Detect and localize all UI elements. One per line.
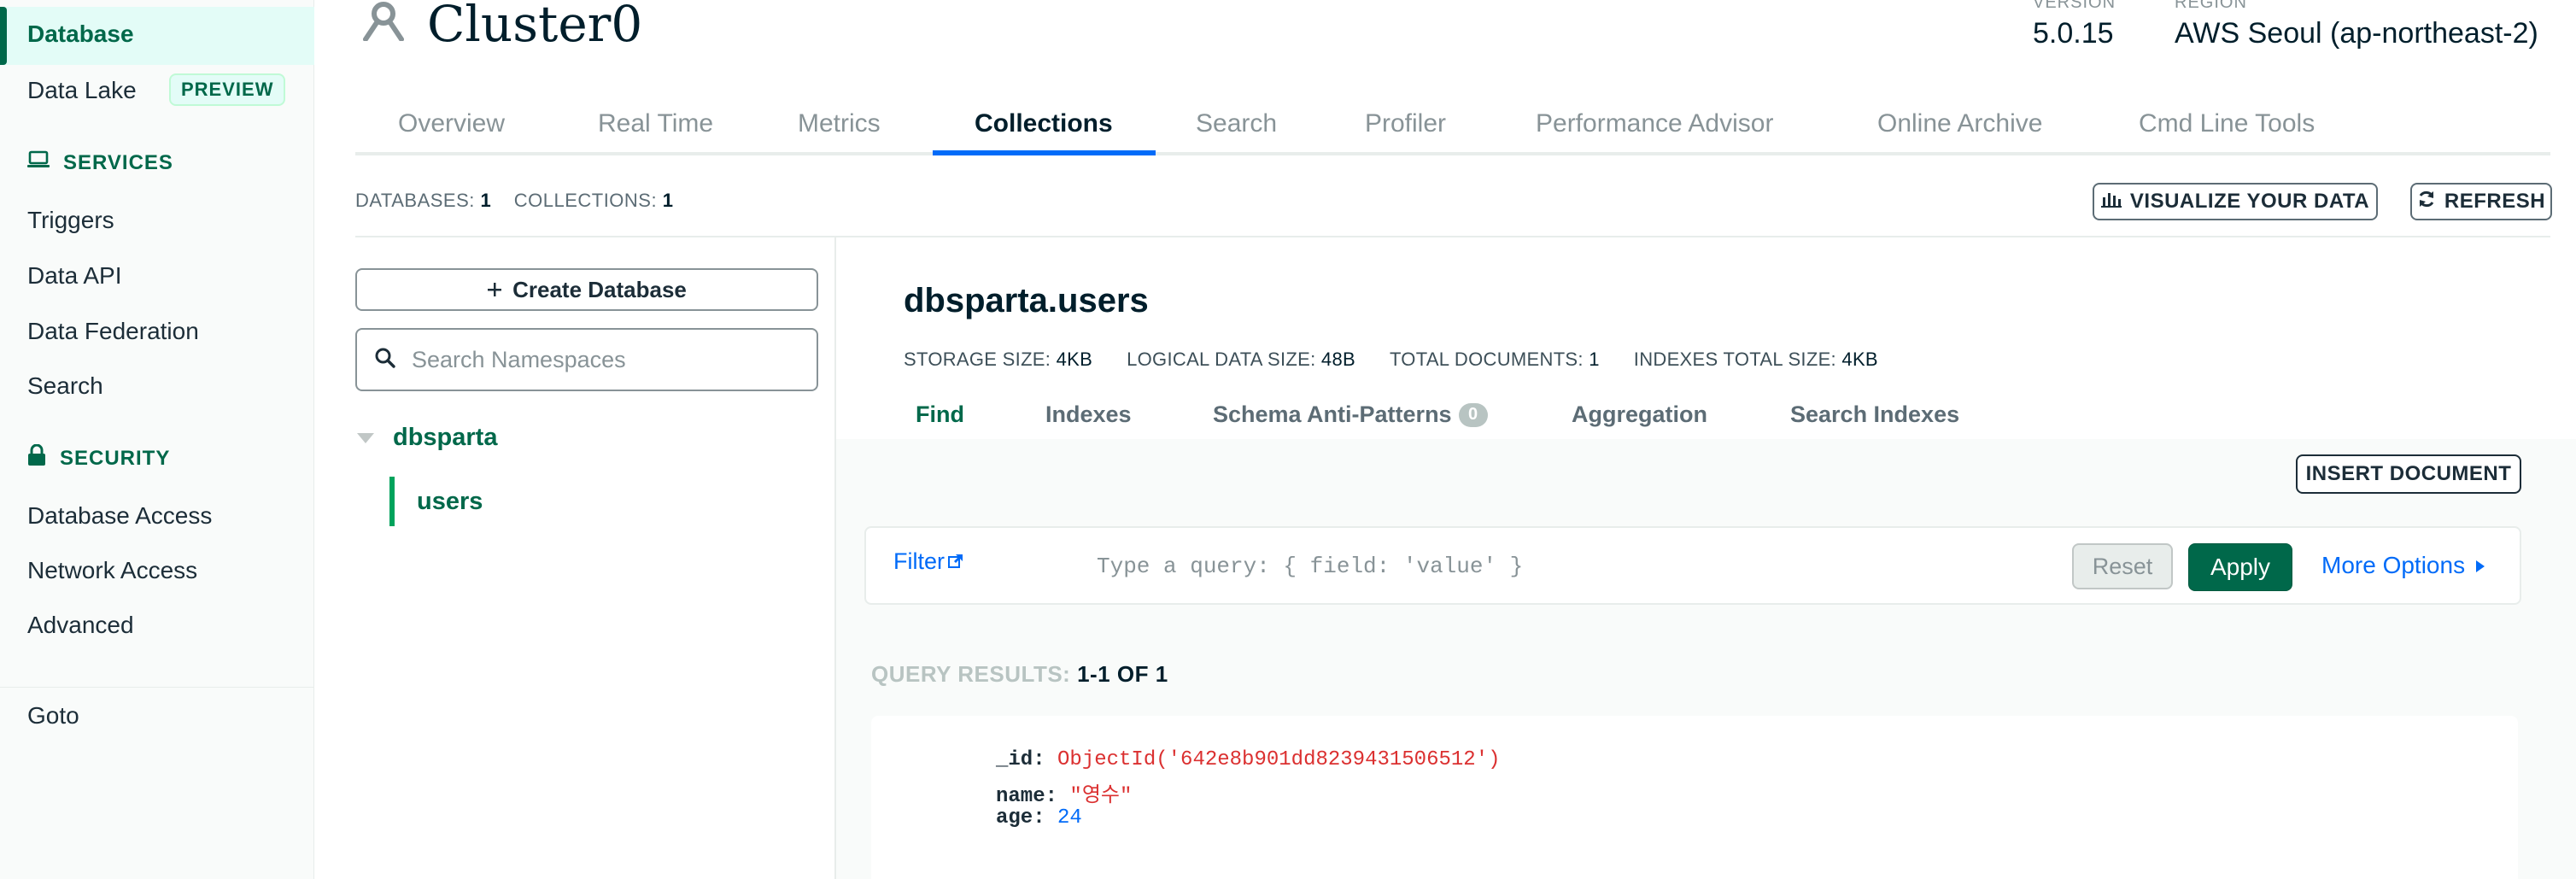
cluster-tabs: Overview Real Time Metrics Collections S… <box>355 109 2550 155</box>
tab-profiler[interactable]: Profiler <box>1365 109 1446 138</box>
sidebar-divider <box>0 687 314 688</box>
insert-document-button[interactable]: INSERT DOCUMENT <box>2296 454 2521 494</box>
create-database-button[interactable]: Create Database <box>355 268 818 311</box>
security-title: SECURITY <box>60 446 171 470</box>
tab-overview[interactable]: Overview <box>398 109 505 138</box>
tab-real-time[interactable]: Real Time <box>598 109 713 138</box>
cluster-name: Cluster0 <box>427 0 643 53</box>
sidebar-item-database[interactable]: Database <box>27 21 134 48</box>
collection-stats: STORAGE SIZE: 4KB LOGICAL DATA SIZE: 48B… <box>904 349 1878 371</box>
query-results-summary: QUERY RESULTS: 1-1 OF 1 <box>871 661 1168 687</box>
sidebar-item-triggers[interactable]: Triggers <box>27 207 114 234</box>
tab-search[interactable]: Search <box>1196 109 1277 138</box>
database-name: dbsparta <box>393 424 498 451</box>
region-label: REGION <box>2175 0 2247 12</box>
tab-collections[interactable]: Collections <box>975 109 1113 138</box>
search-icon <box>374 347 396 373</box>
bar-chart-icon <box>2100 190 2122 214</box>
refresh-icon <box>2417 190 2436 214</box>
storage-size-stat: STORAGE SIZE: 4KB <box>904 349 1093 370</box>
sidebar-item-advanced[interactable]: Advanced <box>27 612 134 639</box>
document-field-id: _id: ObjectId('642e8b901dd8239431506512'… <box>996 748 1501 771</box>
region-value: AWS Seoul (ap-northeast-2) <box>2175 17 2538 50</box>
sidebar-item-data-federation[interactable]: Data Federation <box>27 318 199 345</box>
laptop-icon <box>27 150 50 175</box>
collection-tree-item[interactable]: users <box>389 477 483 526</box>
content-divider <box>355 236 2550 237</box>
plus-icon <box>487 277 502 303</box>
filter-query-input[interactable] <box>1097 545 2036 588</box>
security-section-header: SECURITY <box>27 443 171 472</box>
sidebar-item-network-access[interactable]: Network Access <box>27 557 197 584</box>
tab-online-archive[interactable]: Online Archive <box>1877 109 2042 138</box>
subtab-indexes[interactable]: Indexes <box>1045 401 1132 428</box>
namespace-search <box>355 328 818 391</box>
left-sidebar: Database Data Lake PREVIEW SERVICES Trig… <box>0 0 314 879</box>
document-field-age: age: 24 <box>996 806 1082 829</box>
more-options-button[interactable]: More Options <box>2321 552 2485 579</box>
sidebar-item-database-access[interactable]: Database Access <box>27 502 212 530</box>
caret-down-icon[interactable] <box>357 424 374 452</box>
cluster-header: Cluster0 <box>359 0 642 53</box>
sidebar-item-data-api[interactable]: Data API <box>27 262 122 290</box>
refresh-button[interactable]: REFRESH <box>2410 183 2552 220</box>
subtab-search-indexes[interactable]: Search Indexes <box>1790 401 1959 428</box>
subtab-schema-anti-patterns[interactable]: Schema Anti-Patterns 0 <box>1213 401 1488 428</box>
database-counts: DATABASES: 1 COLLECTIONS: 1 <box>355 190 674 211</box>
apply-button[interactable]: Apply <box>2188 543 2292 591</box>
tab-cmd-line-tools[interactable]: Cmd Line Tools <box>2139 109 2315 138</box>
indexes-size-stat: INDEXES TOTAL SIZE: 4KB <box>1633 349 1878 370</box>
tab-metrics[interactable]: Metrics <box>798 109 881 138</box>
database-tree-item[interactable]: dbsparta <box>357 424 497 452</box>
cluster-icon <box>359 0 408 53</box>
preview-badge: PREVIEW <box>169 73 286 106</box>
total-documents-stat: TOTAL DOCUMENTS: 1 <box>1389 349 1600 370</box>
external-link-icon <box>948 548 963 575</box>
sidebar-item-search[interactable]: Search <box>27 372 103 400</box>
document-card[interactable]: _id: ObjectId('642e8b901dd8239431506512'… <box>871 716 2518 879</box>
schema-count-badge: 0 <box>1458 402 1488 427</box>
version-value: 5.0.15 <box>2033 17 2114 50</box>
services-title: SERVICES <box>63 150 173 174</box>
sidebar-item-data-lake[interactable]: Data Lake <box>27 77 137 104</box>
sidebar-active-indicator <box>0 7 7 65</box>
caret-right-icon <box>2475 552 2485 579</box>
subtab-find[interactable]: Find <box>916 401 964 428</box>
version-label: VERSION <box>2033 0 2116 12</box>
namespace-search-input[interactable] <box>412 346 805 373</box>
sidebar-item-goto[interactable]: Goto <box>27 702 79 730</box>
reset-button[interactable]: Reset <box>2072 543 2173 589</box>
lock-icon <box>27 443 46 472</box>
document-field-name: name: "영수" <box>996 785 1133 808</box>
services-section-header: SERVICES <box>27 150 173 175</box>
logical-size-stat: LOGICAL DATA SIZE: 48B <box>1127 349 1355 370</box>
active-tab-underline <box>933 150 1156 155</box>
filter-link[interactable]: Filter <box>893 548 963 575</box>
subtab-aggregation[interactable]: Aggregation <box>1572 401 1707 428</box>
tab-performance-advisor[interactable]: Performance Advisor <box>1536 109 1773 138</box>
filter-bar: Filter Reset Apply More Options <box>864 526 2521 605</box>
collection-title: dbsparta.users <box>904 282 1149 319</box>
visualize-data-button[interactable]: VISUALIZE YOUR DATA <box>2093 183 2378 220</box>
